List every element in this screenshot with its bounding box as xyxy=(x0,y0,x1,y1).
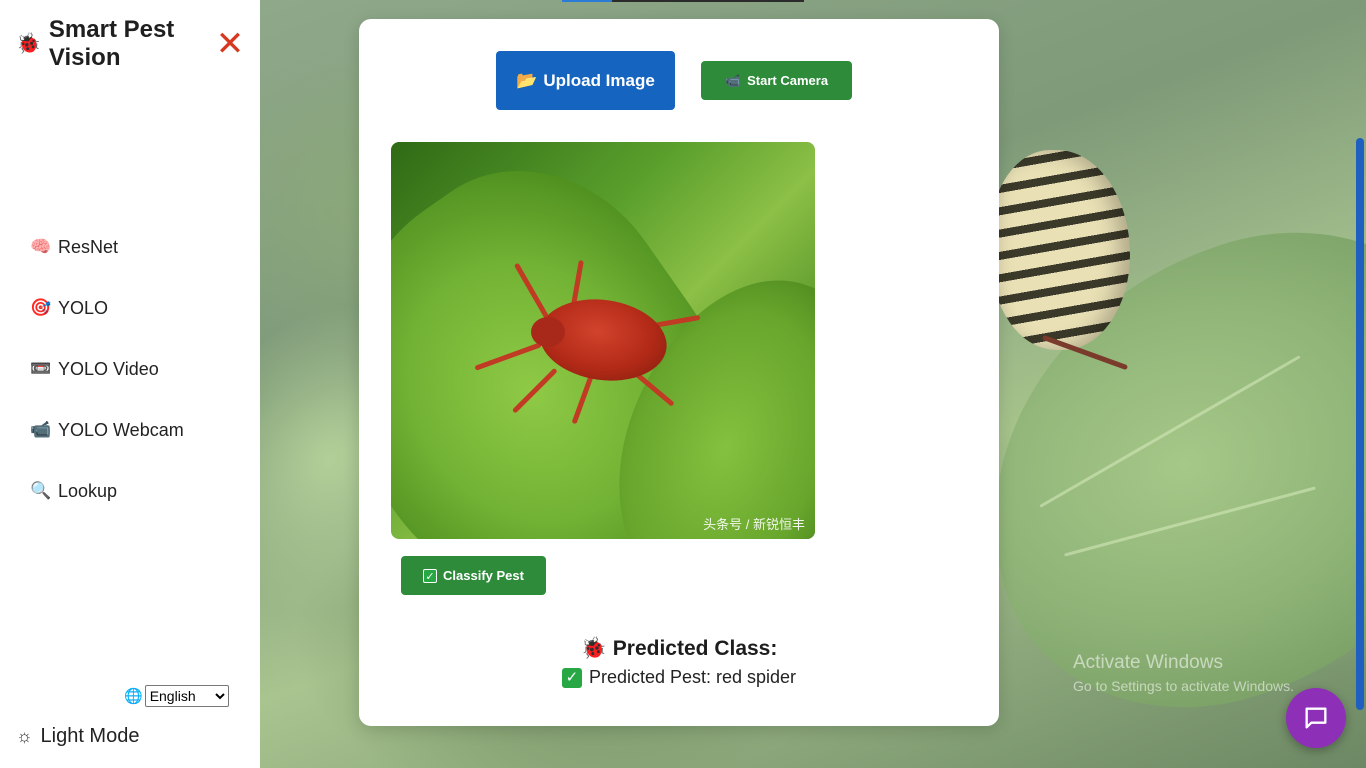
prediction-title: 🐞 Predicted Class: xyxy=(581,637,778,661)
sidebar-item-label: ResNet xyxy=(58,236,119,257)
webcam-icon: 📹 xyxy=(30,420,52,439)
folder-icon: 📂 xyxy=(516,70,538,90)
theme-toggle-label: Light Mode xyxy=(40,725,140,747)
sidebar-item-resnet[interactable]: 🧠 ResNet xyxy=(30,232,184,262)
bug-icon: 🐞 xyxy=(16,33,41,55)
chat-button[interactable] xyxy=(1286,688,1346,748)
check-icon: ✓ xyxy=(561,667,582,688)
sidebar-item-label: Lookup xyxy=(58,480,118,501)
language-selector: 🌐 English xyxy=(124,685,229,707)
predicted-pest-text: Predicted Pest: red spider xyxy=(588,667,797,687)
prediction-title-text: Predicted Class: xyxy=(612,637,778,660)
classifier-card: 📂 Upload Image 📹 Start Camera 头条号 / 新锐恒丰… xyxy=(359,19,999,726)
image-watermark: 头条号 / 新锐恒丰 xyxy=(703,517,805,532)
camera-icon: 📹 xyxy=(724,72,742,88)
sidebar-nav: 🧠 ResNet 🎯 YOLO 📼 YOLO Video 📹 YOLO Webc… xyxy=(30,232,184,537)
brand: 🐞 Smart Pest Vision xyxy=(16,16,219,72)
brain-icon: 🧠 xyxy=(30,237,52,256)
activation-line-2: Go to Settings to activate Windows. xyxy=(1073,678,1294,694)
sidebar-item-label: YOLO Video xyxy=(58,358,159,379)
magnifier-icon: 🔍 xyxy=(30,481,52,500)
scrollbar[interactable] xyxy=(1356,138,1364,710)
video-icon: 📼 xyxy=(30,359,52,378)
sun-icon: ☼ xyxy=(16,726,33,746)
sidebar-item-yolo-video[interactable]: 📼 YOLO Video xyxy=(30,354,184,384)
uploaded-pest-image: 头条号 / 新锐恒丰 xyxy=(391,142,815,539)
target-icon: 🎯 xyxy=(30,298,52,317)
activation-line-1: Activate Windows xyxy=(1073,652,1223,673)
start-camera-label: Start Camera xyxy=(747,73,829,88)
globe-icon: 🌐 xyxy=(124,688,143,705)
sidebar: 🐞 Smart Pest Vision ✕ 🧠 ResNet 🎯 YOLO 📼 … xyxy=(0,0,260,768)
background-beetle xyxy=(990,150,1130,350)
close-icon: ✕ xyxy=(215,25,245,63)
chat-icon xyxy=(1305,707,1327,729)
prediction-line: ✓ Predicted Pest: red spider xyxy=(359,667,999,688)
upload-image-button[interactable]: 📂 Upload Image xyxy=(496,51,675,110)
sidebar-item-label: YOLO xyxy=(58,297,109,318)
sidebar-item-lookup[interactable]: 🔍 Lookup xyxy=(30,476,184,506)
classify-pest-button[interactable]: ✓ Classify Pest xyxy=(401,556,546,595)
sidebar-item-yolo-webcam[interactable]: 📹 YOLO Webcam xyxy=(30,415,184,445)
sidebar-item-label: YOLO Webcam xyxy=(58,419,184,440)
prediction-result: 🐞 Predicted Class: ✓ Predicted Pest: red… xyxy=(359,637,999,688)
upload-image-label: Upload Image xyxy=(543,70,655,90)
start-camera-button[interactable]: 📹 Start Camera xyxy=(701,61,852,100)
language-select[interactable]: English xyxy=(144,685,229,707)
windows-activation-watermark: Activate Windows Go to Settings to activ… xyxy=(1073,652,1294,694)
top-tab-indicator xyxy=(562,0,804,2)
sidebar-item-yolo[interactable]: 🎯 YOLO xyxy=(30,293,184,323)
bug-icon: 🐞 xyxy=(580,637,607,660)
close-sidebar-button[interactable]: ✕ xyxy=(214,26,246,62)
classify-pest-label: Classify Pest xyxy=(443,568,524,583)
red-spider-head xyxy=(531,317,565,347)
check-icon: ✓ xyxy=(423,568,438,583)
app-title: Smart Pest Vision xyxy=(48,16,175,71)
theme-toggle[interactable]: ☼ Light Mode xyxy=(16,725,139,748)
